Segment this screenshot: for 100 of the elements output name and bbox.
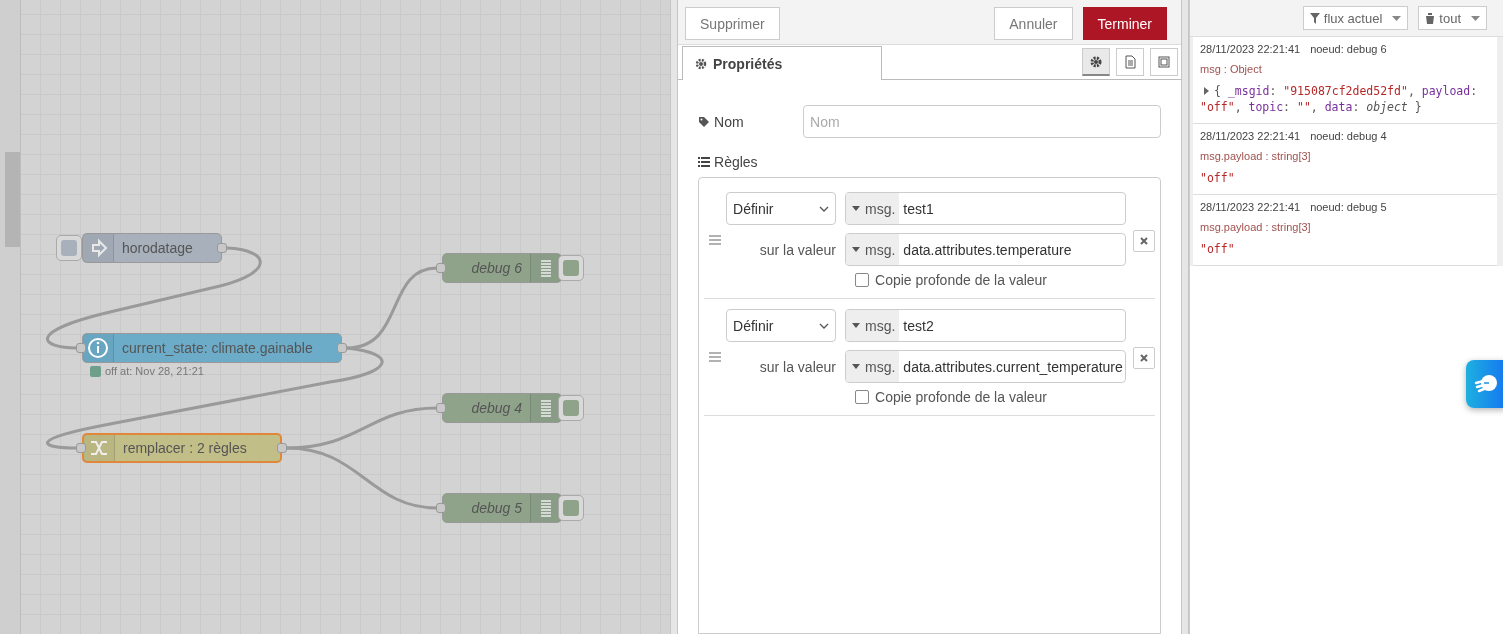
property-value: test1 [902, 199, 934, 219]
gear-icon [695, 57, 707, 70]
remove-button[interactable] [1133, 230, 1155, 252]
payload-token: object [1366, 100, 1408, 114]
node-port[interactable] [76, 443, 86, 453]
payload-token: "off" [1200, 100, 1235, 114]
payload-token: { [1214, 84, 1222, 98]
caret-icon [852, 247, 860, 252]
node-label: current_state: climate.gainable [121, 340, 314, 356]
field-label: sur la valeur [758, 240, 836, 260]
frame-icon [1157, 55, 1171, 69]
field-label: sur la valeur [758, 357, 836, 377]
debug-toggle[interactable] [558, 495, 584, 521]
property-value: test2 [902, 316, 934, 336]
checkbox[interactable] [855, 273, 869, 287]
payload-token: , [1310, 100, 1319, 114]
property-value: data.attributes.temperature [902, 240, 1072, 260]
node-port[interactable] [217, 243, 227, 253]
node-port[interactable] [337, 343, 347, 353]
drag-handle-icon [709, 235, 721, 245]
checkbox[interactable] [855, 390, 869, 404]
node-port[interactable] [436, 403, 446, 413]
caret-icon [1471, 15, 1480, 21]
payload-token: } [1413, 100, 1422, 114]
frame-tab[interactable] [1150, 48, 1178, 76]
type-prefix: msg. [865, 358, 896, 375]
payload-token: data [1324, 100, 1353, 114]
node-label: debug 5 [470, 500, 523, 516]
remove-button[interactable] [1133, 347, 1155, 369]
message-time: 28/11/2023 22:21:41 [1200, 130, 1301, 142]
action-dropdown[interactable]: Définir [726, 192, 836, 225]
checkbox-label: Copie profonde de la valeur [875, 389, 1048, 405]
debug-toggle[interactable] [558, 255, 584, 281]
clear-dropdown[interactable]: tout [1418, 6, 1487, 30]
list-icon [698, 156, 710, 168]
properties-tab[interactable]: Propriétés [682, 46, 882, 80]
message-time: 28/11/2023 22:21:41 [1200, 43, 1301, 55]
close-icon [1140, 354, 1148, 362]
hand-icon [1474, 374, 1498, 394]
scrollbar[interactable] [0, 0, 21, 634]
caret-icon [852, 323, 860, 328]
payload-token: "off" [1200, 242, 1235, 256]
done-button[interactable]: Terminer [1082, 7, 1167, 40]
inject-button[interactable] [56, 235, 82, 261]
message-type: msg.payload : string[3] [1200, 221, 1312, 233]
chevron-icon [819, 322, 829, 329]
message-node[interactable]: noeud: debug 4 [1310, 130, 1387, 142]
target-field[interactable]: msg. test2 [845, 309, 1126, 342]
property-value: data.attributes.current_temperature [902, 357, 1123, 377]
node-label: debug 4 [470, 400, 523, 416]
node-port[interactable] [436, 263, 446, 273]
node-port[interactable] [436, 503, 446, 513]
tag-icon [698, 115, 710, 128]
delete-button[interactable]: Supprimer [685, 7, 780, 40]
trash-icon [1425, 12, 1436, 24]
caret-icon [1392, 15, 1402, 21]
document-tab[interactable] [1116, 48, 1144, 76]
close-icon [1140, 237, 1148, 245]
payload-token: : [1470, 84, 1478, 98]
action-dropdown[interactable]: Définir [726, 309, 836, 342]
node-port[interactable] [277, 443, 287, 453]
settings-tab[interactable] [1082, 48, 1110, 76]
settings-icon [1089, 54, 1103, 69]
panel-splitter[interactable] [670, 0, 678, 634]
payload-token: , [1234, 100, 1243, 114]
panel-splitter[interactable] [1181, 0, 1189, 634]
message-node[interactable]: noeud: debug 6 [1310, 43, 1387, 55]
status-text: off at: Nov 28, 21:21 [105, 365, 204, 377]
source-field[interactable]: msg. data.attributes.temperature [845, 233, 1126, 266]
payload-token: topic [1248, 100, 1284, 114]
payload-token: _msgid [1227, 84, 1270, 98]
filter-dropdown[interactable]: flux actuel [1302, 6, 1409, 30]
section-label: Règles [714, 154, 758, 170]
debug-toggle[interactable] [558, 395, 584, 421]
caret-icon [852, 364, 860, 369]
type-prefix: msg. [865, 241, 896, 258]
payload-token: "915087cf2ded52fd" [1283, 84, 1408, 98]
payload-token: : [1283, 100, 1292, 114]
name-field[interactable]: Nom [803, 105, 1161, 138]
type-prefix: msg. [865, 317, 896, 334]
node-label: horodatage [121, 240, 194, 256]
document-icon [1123, 55, 1137, 69]
checkbox-label: Copie profonde de la valeur [875, 272, 1048, 288]
message-type: msg : Object [1200, 63, 1263, 75]
payload-token: : [1269, 84, 1278, 98]
drag-handle-icon [709, 352, 721, 362]
field-label: Nom [714, 113, 744, 130]
flow-node[interactable]: remplacer : 2 règles [82, 433, 282, 463]
node-port[interactable] [76, 343, 86, 353]
message-type: msg.payload : string[3] [1200, 150, 1312, 162]
payload-token: "" [1296, 100, 1311, 114]
chevron-icon [819, 205, 829, 212]
target-field[interactable]: msg. test1 [845, 192, 1126, 225]
type-prefix: msg. [865, 200, 896, 217]
cancel-button[interactable]: Annuler [994, 7, 1073, 40]
message-node[interactable]: noeud: debug 5 [1310, 201, 1387, 213]
floating-button[interactable] [1466, 360, 1503, 408]
payload-token: "off" [1200, 171, 1235, 185]
source-field[interactable]: msg. data.attributes.current_temperature [845, 350, 1126, 383]
filter-icon [1309, 12, 1320, 24]
